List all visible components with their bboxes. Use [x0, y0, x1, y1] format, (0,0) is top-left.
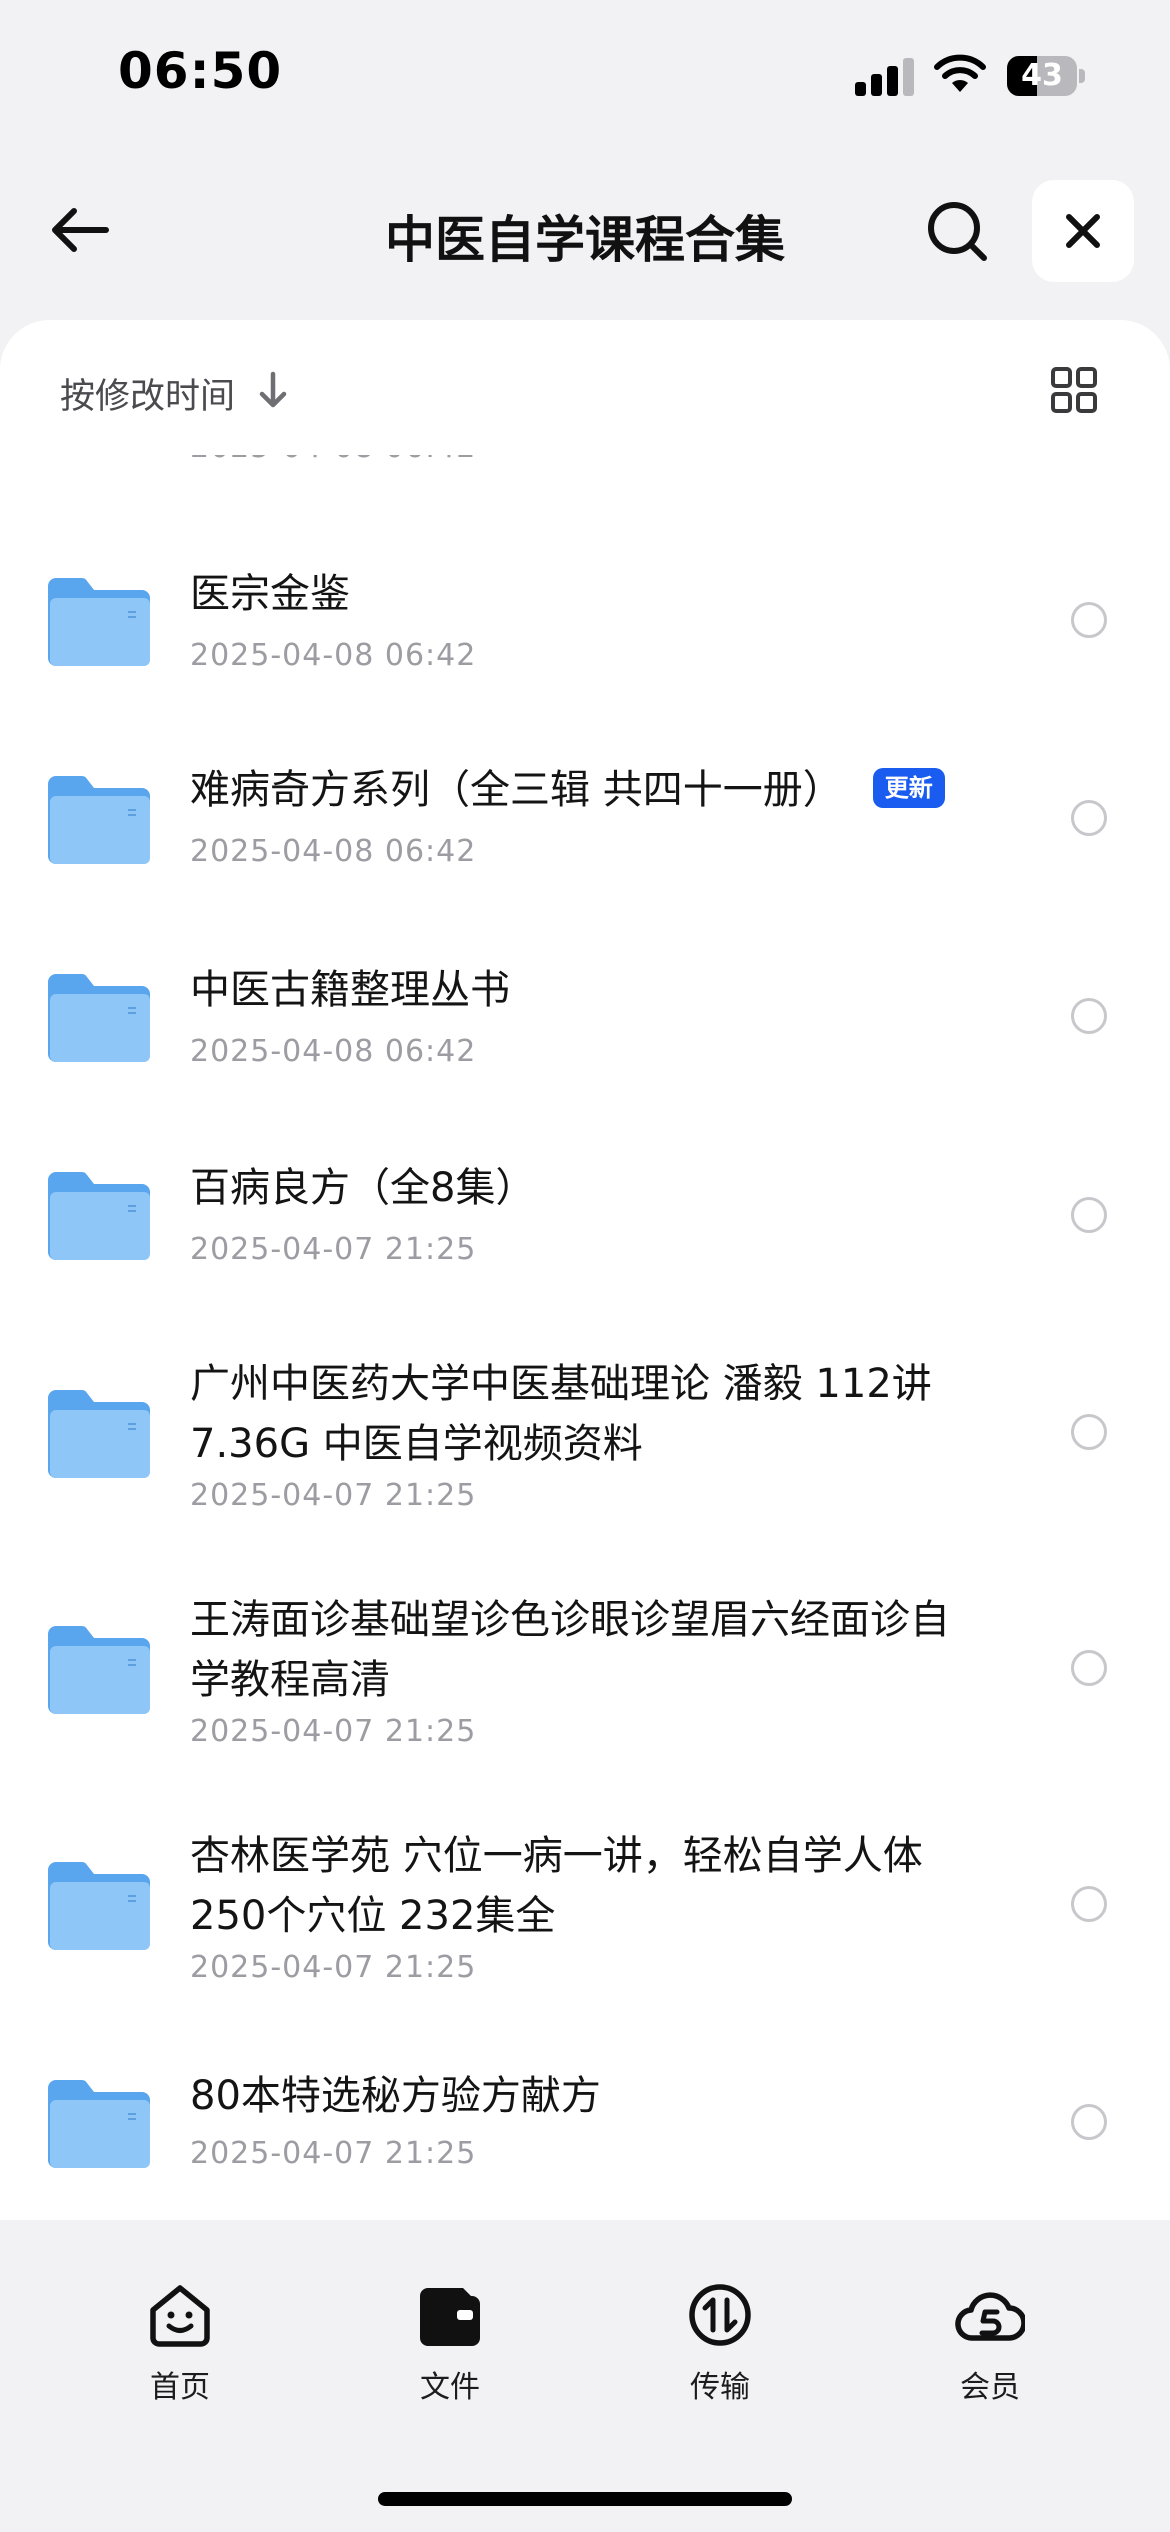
tab-home-label: 首页: [150, 2370, 210, 2405]
close-button[interactable]: [1032, 180, 1134, 282]
file-date: 2025-04-08 06:42: [190, 638, 477, 673]
file-date: 2025-04-07 21:25: [190, 1714, 477, 1749]
home-indicator: [378, 2492, 792, 2506]
signal-icon: [855, 58, 915, 96]
tab-home[interactable]: 首页: [120, 2280, 240, 2420]
file-date: 2025-04-07 21:25: [190, 1232, 477, 1267]
folder-icon: [48, 576, 150, 666]
folder-icon: [48, 1860, 150, 1950]
sort-button[interactable]: 按修改时间: [60, 368, 235, 419]
status-time: 06:50: [118, 42, 283, 100]
status-bar: 06:50 43: [0, 0, 1170, 150]
select-radio[interactable]: [1071, 1414, 1107, 1450]
sort-bar: 按修改时间: [0, 320, 1170, 455]
home-face-icon: [150, 2285, 210, 2347]
search-icon: [928, 202, 987, 261]
select-radio[interactable]: [1071, 1886, 1107, 1922]
file-list-panel: 2025-04-08 06:42 医宗金鉴 2025-04-08 06:42 难病…: [0, 320, 1170, 2220]
select-radio[interactable]: [1071, 998, 1107, 1034]
folder-icon: [48, 1388, 150, 1478]
bottom-tab-bar: 首页 文件 传输 会员: [0, 2220, 1170, 2532]
file-date: 2025-04-07 21:25: [190, 1950, 477, 1985]
tab-member-label: 会员: [960, 2370, 1020, 2405]
tab-files-label: 文件: [420, 2370, 480, 2405]
file-name: 难病奇方系列（全三辑 共四十一册） 更新: [190, 760, 970, 820]
grid-view-icon[interactable]: [1050, 366, 1098, 414]
transfer-icon: [689, 2284, 751, 2346]
folder-icon: [48, 1170, 150, 1260]
tab-files[interactable]: 文件: [390, 2280, 510, 2420]
select-radio[interactable]: [1071, 2104, 1107, 2140]
file-name: 杏林医学苑 穴位一病一讲，轻松自学人体250个穴位 232集全: [190, 1833, 923, 1939]
battery-percentage: 43: [1021, 58, 1063, 93]
tab-member[interactable]: 会员: [930, 2280, 1050, 2420]
file-name: 医宗金鉴: [190, 571, 350, 617]
update-badge: 更新: [872, 768, 945, 808]
file-name: 王涛面诊基础望诊色诊眼诊望眉六经面诊自学教程高清: [190, 1597, 950, 1703]
file-name: 中医古籍整理丛书: [190, 967, 510, 1013]
folder-icon: [48, 972, 150, 1062]
arrow-down-icon[interactable]: [256, 370, 290, 410]
tab-transfer-label: 传输: [690, 2370, 750, 2405]
folder-icon: [48, 2078, 150, 2168]
select-radio[interactable]: [1071, 1197, 1107, 1233]
folder-icon: [48, 1624, 150, 1714]
folder-wallet-icon: [420, 2288, 480, 2346]
file-name: 广州中医药大学中医基础理论 潘毅 112讲 7.36G 中医自学视频资料: [190, 1361, 932, 1467]
cloud-member-icon: [955, 2292, 1025, 2341]
file-date: 2025-04-07 21:25: [190, 1478, 477, 1513]
folder-icon: [48, 774, 150, 864]
select-radio[interactable]: [1071, 800, 1107, 836]
file-name: 百病良方（全8集）: [190, 1165, 536, 1211]
close-icon: [1066, 214, 1100, 248]
battery-icon: 43: [1007, 56, 1085, 96]
navigation-header: 中医自学课程合集: [0, 170, 1170, 290]
file-date: 2025-04-08 06:42: [190, 1034, 477, 1069]
search-button[interactable]: [918, 192, 998, 272]
tab-transfer[interactable]: 传输: [660, 2280, 780, 2420]
select-radio[interactable]: [1071, 602, 1107, 638]
wifi-icon: [934, 54, 986, 92]
select-radio[interactable]: [1071, 1650, 1107, 1686]
file-date: 2025-04-08 06:42: [190, 834, 477, 869]
file-date: 2025-04-07 21:25: [190, 2136, 477, 2171]
file-name: 80本特选秘方验方献方: [190, 2073, 601, 2119]
